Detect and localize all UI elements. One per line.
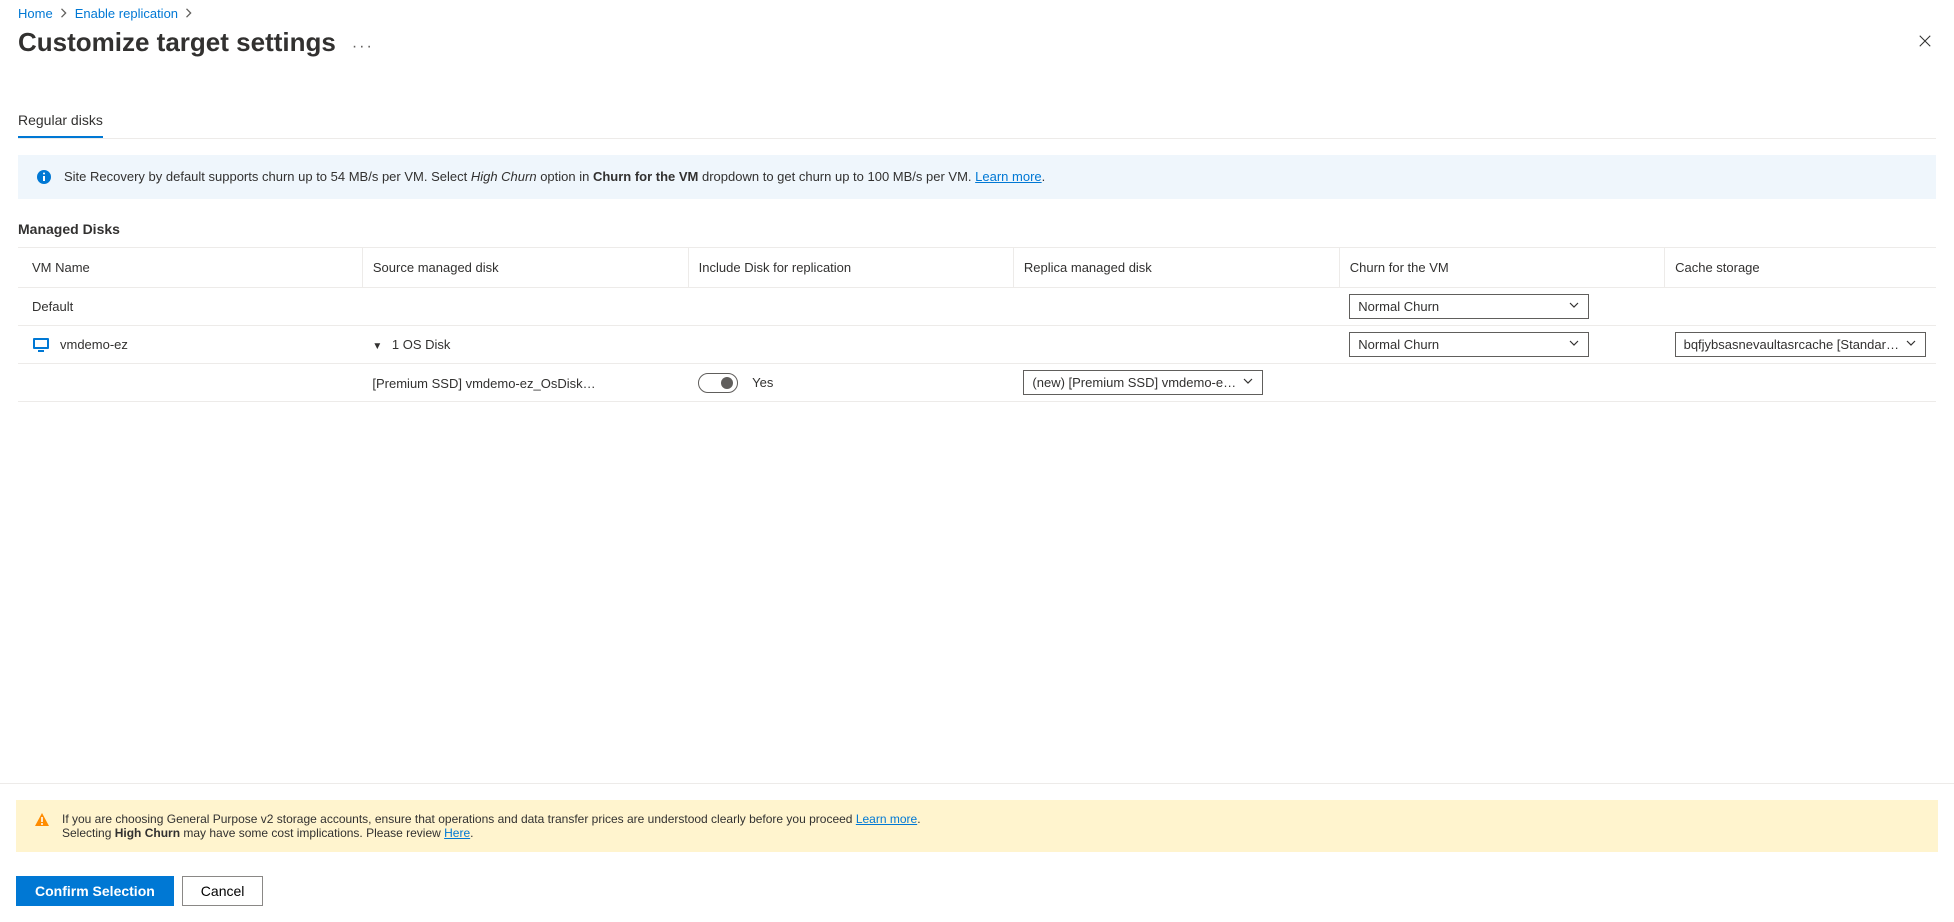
os-disk-count: 1 OS Disk bbox=[392, 337, 451, 352]
chevron-down-icon bbox=[1242, 375, 1254, 390]
warning-banner: If you are choosing General Purpose v2 s… bbox=[16, 800, 1938, 852]
warn-learn-more-link[interactable]: Learn more bbox=[856, 812, 917, 826]
col-vm-name: VM Name bbox=[18, 248, 362, 288]
vm-icon bbox=[32, 337, 50, 353]
expand-toggle-icon[interactable]: ▼ bbox=[372, 341, 382, 352]
breadcrumb: Home Enable replication bbox=[18, 6, 1936, 21]
cancel-button[interactable]: Cancel bbox=[182, 876, 264, 906]
replica-disk-dropdown[interactable]: (new) [Premium SSD] vmdemo-ez_… bbox=[1023, 370, 1263, 395]
col-replica-managed-disk: Replica managed disk bbox=[1013, 248, 1339, 288]
col-include-disk: Include Disk for replication bbox=[688, 248, 1013, 288]
chevron-down-icon bbox=[1568, 299, 1580, 314]
page-title: Customize target settings bbox=[18, 27, 336, 58]
chevron-down-icon bbox=[1905, 337, 1917, 352]
confirm-selection-button[interactable]: Confirm Selection bbox=[16, 876, 174, 906]
info-learn-more-link[interactable]: Learn more bbox=[975, 169, 1041, 184]
vm-churn-dropdown[interactable]: Normal Churn bbox=[1349, 332, 1589, 357]
default-churn-dropdown[interactable]: Normal Churn bbox=[1349, 294, 1589, 319]
info-banner-text: Site Recovery by default supports churn … bbox=[64, 169, 1045, 184]
warning-icon bbox=[34, 812, 50, 840]
source-disk-label: [Premium SSD] vmdemo-ez_OsDisk_1_… bbox=[372, 376, 602, 391]
cache-storage-dropdown[interactable]: bqfjybsasnevaultasrcache [Standar… bbox=[1675, 332, 1926, 357]
default-label: Default bbox=[18, 288, 362, 326]
include-disk-value: Yes bbox=[752, 375, 773, 390]
warning-text: If you are choosing General Purpose v2 s… bbox=[62, 812, 921, 840]
info-banner: Site Recovery by default supports churn … bbox=[18, 155, 1936, 199]
managed-disks-heading: Managed Disks bbox=[18, 221, 1936, 237]
more-actions-icon[interactable]: ··· bbox=[352, 38, 374, 56]
tab-bar: Regular disks bbox=[18, 106, 1936, 139]
chevron-right-icon bbox=[59, 6, 69, 21]
chevron-down-icon bbox=[1568, 337, 1580, 352]
table-row-disk: [Premium SSD] vmdemo-ez_OsDisk_1_… Yes (… bbox=[18, 364, 1936, 402]
tab-regular-disks[interactable]: Regular disks bbox=[18, 106, 103, 138]
include-disk-toggle[interactable] bbox=[698, 373, 738, 393]
vm-name-label: vmdemo-ez bbox=[60, 337, 128, 352]
col-churn-for-vm: Churn for the VM bbox=[1339, 248, 1664, 288]
col-cache-storage: Cache storage bbox=[1665, 248, 1936, 288]
table-row-default: Default Normal Churn bbox=[18, 288, 1936, 326]
warn-here-link[interactable]: Here bbox=[444, 826, 470, 840]
close-icon[interactable] bbox=[1914, 32, 1936, 53]
breadcrumb-home[interactable]: Home bbox=[18, 6, 53, 21]
breadcrumb-enable-replication[interactable]: Enable replication bbox=[75, 6, 178, 21]
managed-disks-table: VM Name Source managed disk Include Disk… bbox=[18, 247, 1936, 402]
table-row-vm: vmdemo-ez ▼ 1 OS Disk Normal Churn bbox=[18, 326, 1936, 364]
col-source-managed-disk: Source managed disk bbox=[362, 248, 688, 288]
chevron-right-icon bbox=[184, 6, 194, 21]
info-icon bbox=[36, 169, 52, 185]
